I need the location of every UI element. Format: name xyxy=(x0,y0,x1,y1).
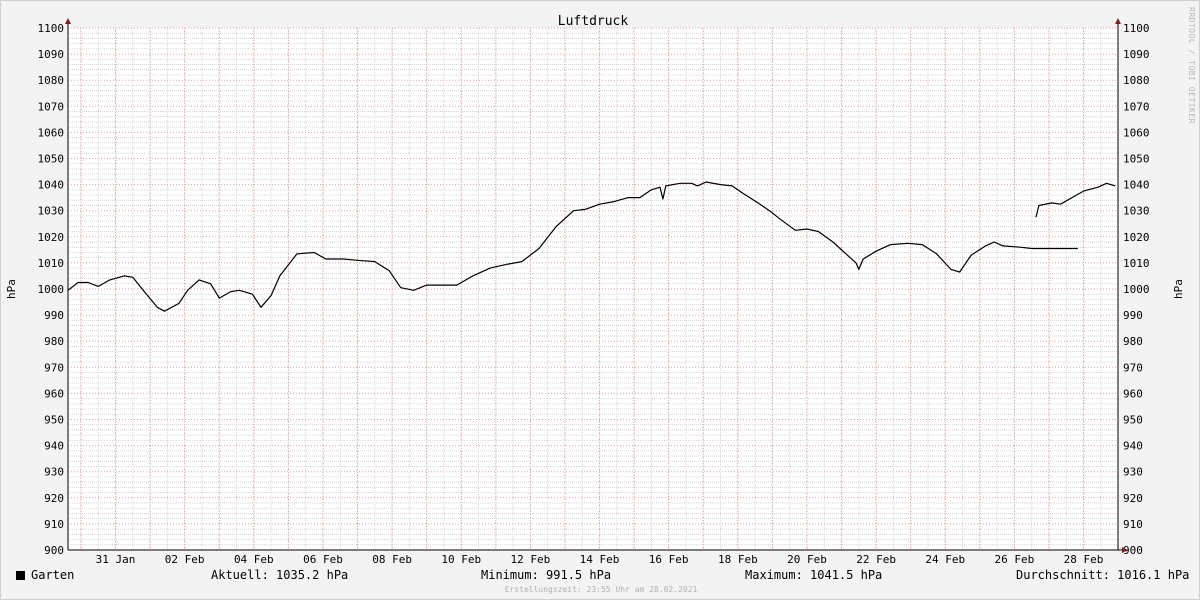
x-tick-label: 02 Feb xyxy=(165,553,205,566)
y-tick-label-left: 1000 xyxy=(38,283,65,296)
y-tick-label-left: 1010 xyxy=(38,257,65,270)
y-tick-label-left: 960 xyxy=(44,387,64,400)
y-tick-label-left: 1100 xyxy=(38,22,65,35)
y-tick-label-left: 970 xyxy=(44,361,64,374)
y-tick-label-left: 940 xyxy=(44,440,64,453)
x-tick-label: 26 Feb xyxy=(995,553,1035,566)
y-axis-label-right: hPa xyxy=(1172,279,1185,299)
y-axis-label-left: hPa xyxy=(5,279,18,299)
y-tick-label-left: 1060 xyxy=(38,126,65,139)
y-tick-label-left: 900 xyxy=(44,544,64,557)
x-tick-label: 04 Feb xyxy=(234,553,274,566)
legend-minimum: Minimum: 991.5 hPa xyxy=(481,568,612,582)
y-axis-arrow-left xyxy=(65,18,71,24)
x-tick-label: 06 Feb xyxy=(303,553,343,566)
y-tick-label-right: 1020 xyxy=(1123,231,1150,244)
y-tick-label-left: 930 xyxy=(44,466,64,479)
x-tick-label: 24 Feb xyxy=(925,553,965,566)
x-tick-label: 08 Feb xyxy=(372,553,412,566)
chart-title: Luftdruck xyxy=(558,14,629,29)
y-tick-label-right: 1060 xyxy=(1123,126,1150,139)
y-tick-label-right: 990 xyxy=(1123,309,1143,322)
y-tick-label-right: 1070 xyxy=(1123,100,1150,113)
y-tick-label-right: 1040 xyxy=(1123,179,1150,192)
x-tick-label: 14 Feb xyxy=(580,553,620,566)
y-tick-label-right: 980 xyxy=(1123,335,1143,348)
y-tick-label-right: 950 xyxy=(1123,414,1143,427)
legend-swatch xyxy=(16,571,25,580)
pressure-chart: 900 900910 910920 920930 930940 940950 950960 9… xyxy=(5,14,1185,566)
legend-series-name: Garten xyxy=(31,568,75,582)
chart-frame: 900 900 910 910 920 920 930 930 940 940 950 950 960 9… xyxy=(0,0,1200,600)
y-tick-label-right: 1100 xyxy=(1123,22,1150,35)
y-tick-label-left: 920 xyxy=(44,492,64,505)
x-tick-label: 10 Feb xyxy=(441,553,481,566)
y-tick-label-left: 910 xyxy=(44,518,64,531)
y-tick-label-right: 920 xyxy=(1123,492,1143,505)
y-axis-arrow-right xyxy=(1115,18,1121,24)
watermark: RRDTOOL / TOBI OETIKER xyxy=(1187,7,1196,124)
x-tick-label: 31 Jan xyxy=(96,553,136,566)
y-tick-label-left: 1030 xyxy=(38,205,65,218)
y-tick-label-left: 950 xyxy=(44,414,64,427)
legend-current: Aktuell: 1035.2 hPa xyxy=(211,568,349,582)
y-tick-label-left: 1070 xyxy=(38,100,65,113)
y-tick-label-left: 1050 xyxy=(38,153,65,166)
x-tick-label: 22 Feb xyxy=(856,553,896,566)
x-tick-label: 28 Feb xyxy=(1064,553,1104,566)
y-tick-label-left: 1040 xyxy=(38,179,65,192)
y-tick-label-right: 1030 xyxy=(1123,205,1150,218)
y-tick-label-right: 930 xyxy=(1123,466,1143,479)
legend-maximum: Maximum: 1041.5 hPa xyxy=(745,568,883,582)
y-tick-label-left: 1020 xyxy=(38,231,65,244)
legend-series: Garten xyxy=(16,568,74,582)
y-tick-label-right: 1000 xyxy=(1123,283,1150,296)
y-tick-label-left: 980 xyxy=(44,335,64,348)
y-tick-label-right: 960 xyxy=(1123,387,1143,400)
y-tick-label-left: 1080 xyxy=(38,74,65,87)
x-tick-label: 18 Feb xyxy=(718,553,758,566)
legend-average: Durchschnitt: 1016.1 hPa xyxy=(1016,568,1190,582)
y-tick-label-right: 910 xyxy=(1123,518,1143,531)
y-tick-label-right: 1010 xyxy=(1123,257,1150,270)
y-tick-label-left: 990 xyxy=(44,309,64,322)
y-tick-label-right: 970 xyxy=(1123,361,1143,374)
y-tick-label-right: 1090 xyxy=(1123,48,1150,61)
y-tick-label-right: 1080 xyxy=(1123,74,1150,87)
y-tick-label-right: 940 xyxy=(1123,440,1143,453)
x-tick-label: 12 Feb xyxy=(511,553,551,566)
x-tick-label: 16 Feb xyxy=(649,553,689,566)
y-tick-label-left: 1090 xyxy=(38,48,65,61)
creation-time: Erstellungszeit: 23:55 Uhr am 28.02.2021 xyxy=(504,585,698,594)
x-tick-label: 20 Feb xyxy=(787,553,827,566)
y-tick-label-right: 1050 xyxy=(1123,153,1150,166)
